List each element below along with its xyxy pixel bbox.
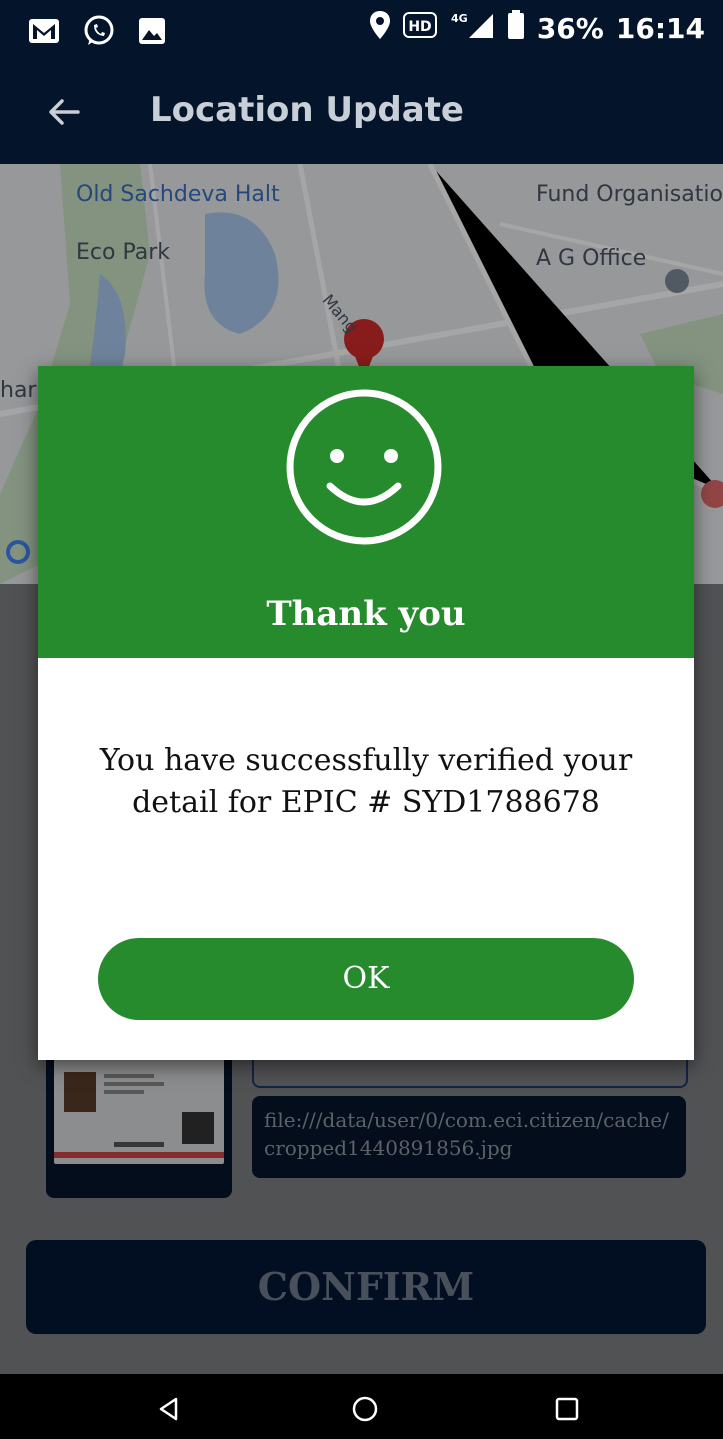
battery-percent: 36%: [536, 12, 604, 45]
thank-you-dialog: Thank you You have successfully verified…: [38, 366, 694, 1060]
recents-square-icon[interactable]: [552, 1394, 582, 1424]
4g-signal-icon: 4G: [449, 10, 495, 47]
dialog-title: Thank you: [266, 594, 466, 634]
smiley-face-icon: [285, 388, 443, 546]
location-pin-icon: [369, 10, 391, 47]
app-bar: Location Update: [0, 64, 723, 164]
gmail-icon: [28, 18, 60, 49]
hd-icon: HD: [402, 12, 437, 45]
whatsapp-icon: [82, 14, 116, 53]
svg-text:HD: HD: [408, 19, 431, 35]
clock: 16:14: [615, 12, 705, 45]
status-bar: HD 4G 36% 16:14: [0, 0, 723, 64]
arrow-back-icon[interactable]: [44, 92, 84, 132]
battery-icon: [507, 10, 525, 47]
dialog-header: Thank you: [38, 366, 694, 658]
dialog-message: You have successfully verified your deta…: [99, 743, 633, 820]
ok-button[interactable]: OK: [98, 938, 634, 1020]
home-circle-icon[interactable]: [350, 1394, 380, 1424]
gallery-icon: [138, 17, 166, 50]
page-title: Location Update: [150, 90, 464, 130]
navigation-bar: [0, 1374, 723, 1439]
back-triangle-icon[interactable]: [154, 1394, 184, 1424]
svg-text:4G: 4G: [451, 12, 468, 25]
